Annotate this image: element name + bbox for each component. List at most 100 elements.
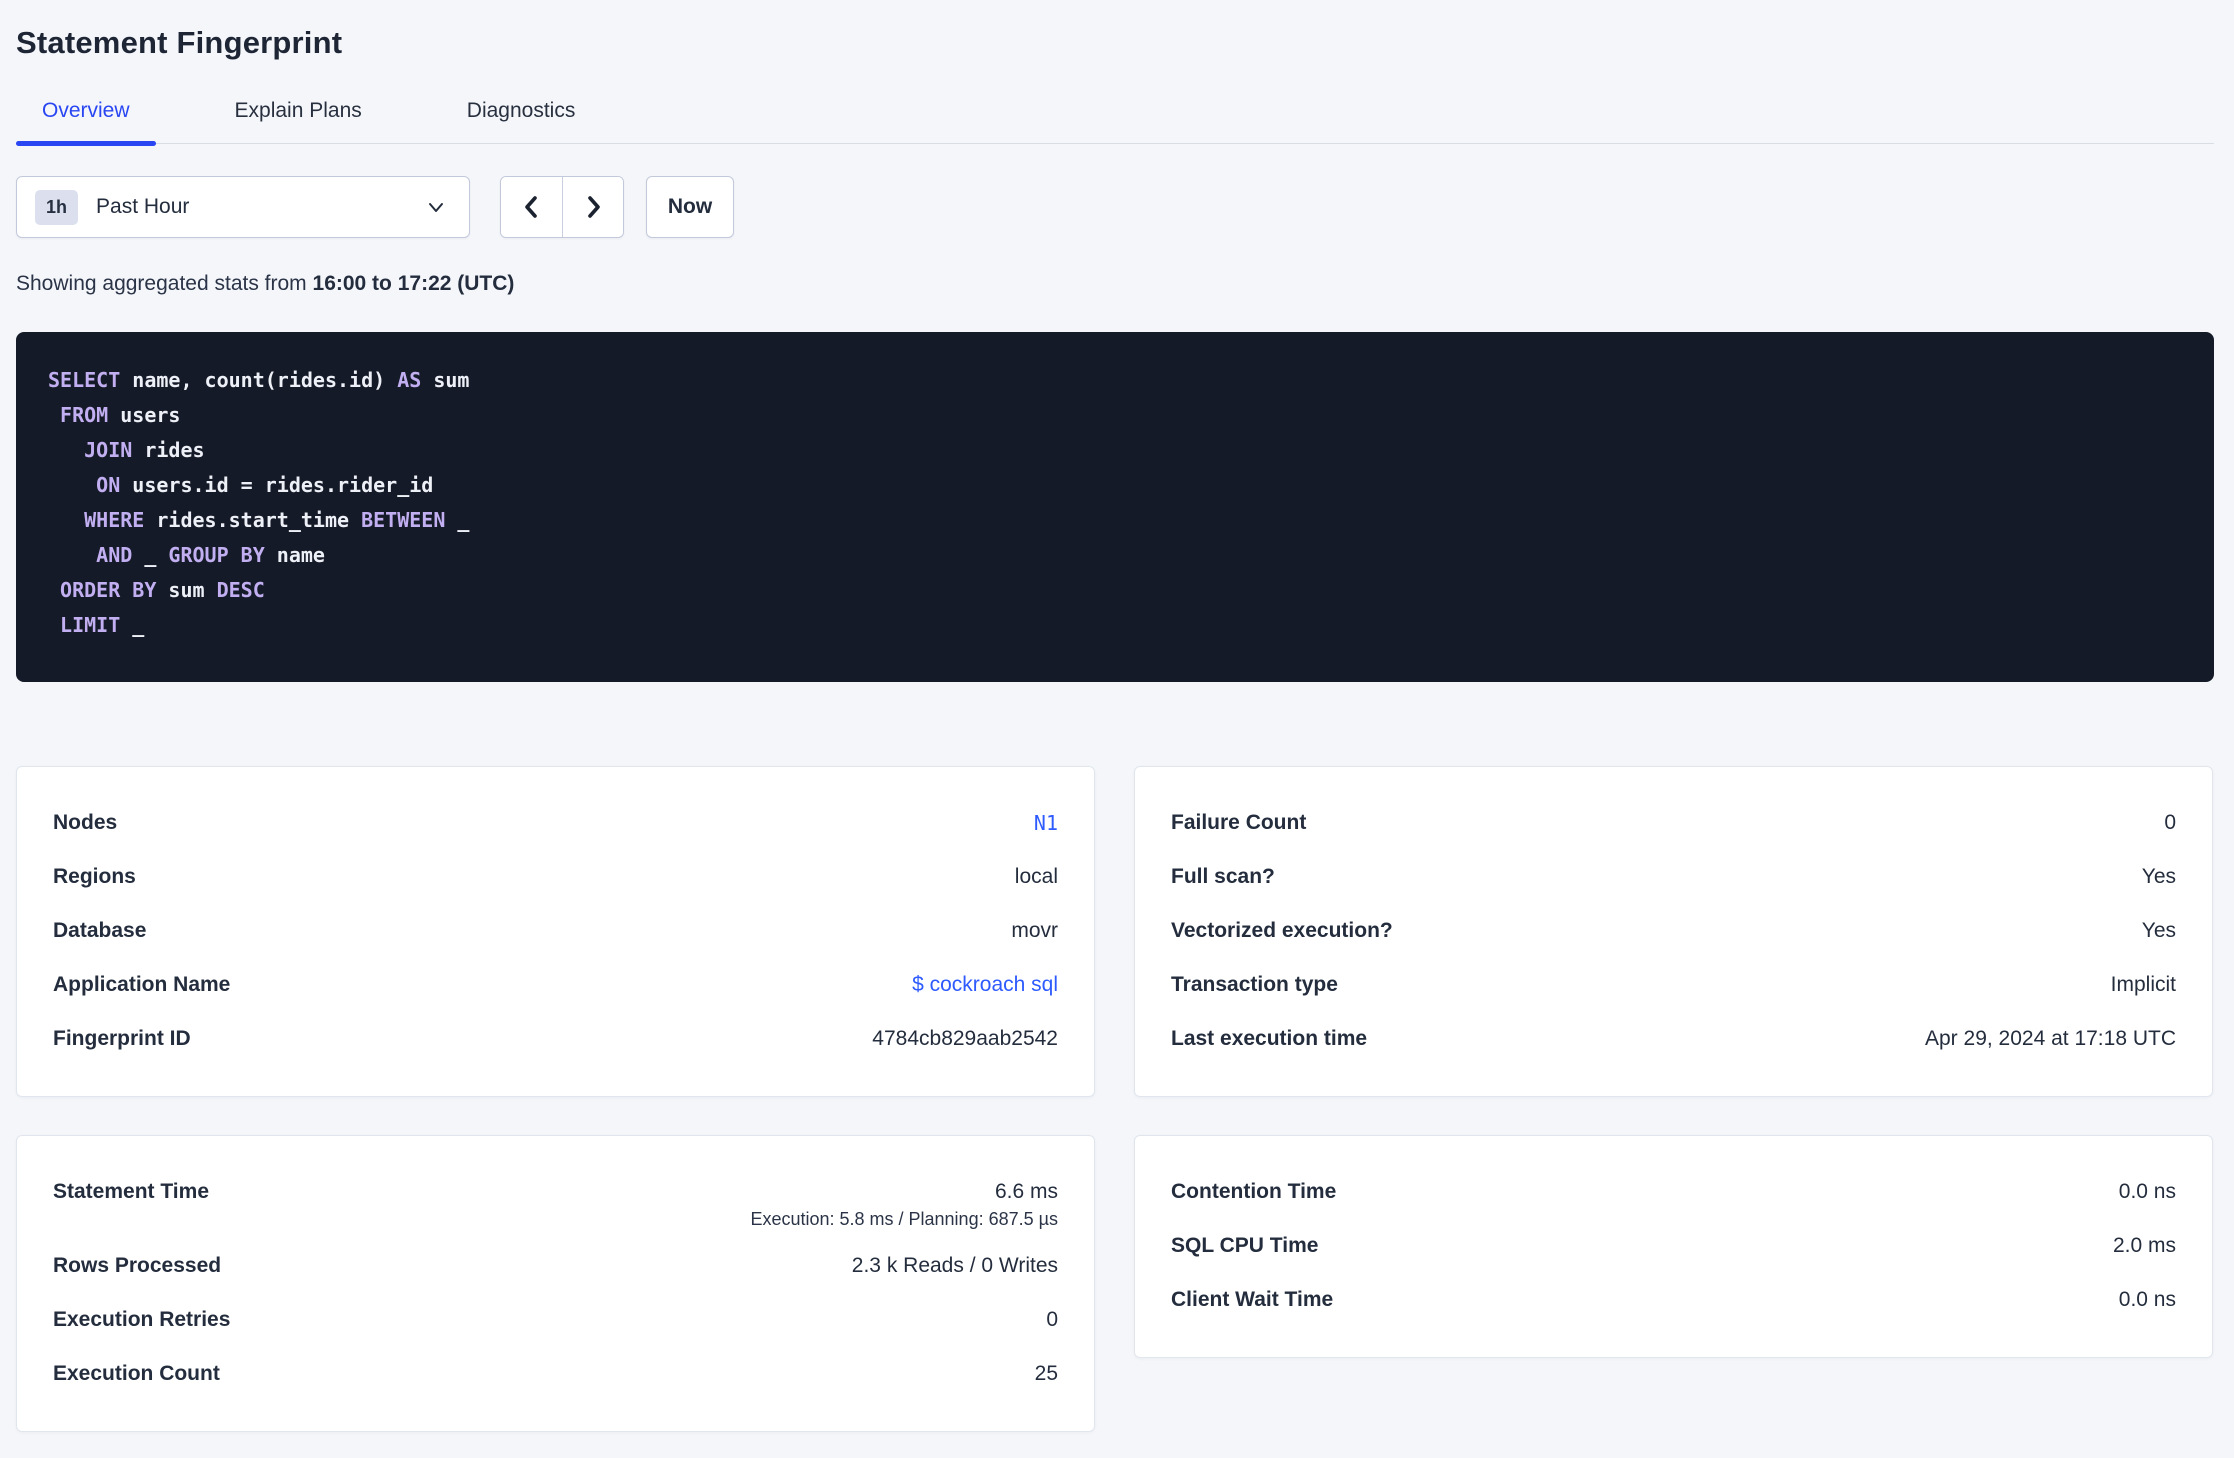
sql-line: JOIN rides <box>48 433 2182 468</box>
row-value-group: 25 <box>1035 1347 1058 1401</box>
row-label: Nodes <box>53 811 118 834</box>
sql-token-keyword: JOIN <box>84 438 133 462</box>
card-row: Contention Time 0.0 ns <box>1171 1165 2176 1219</box>
sql-token-keyword: LIMIT <box>60 613 121 637</box>
row-value-group: N1 <box>1034 796 1058 850</box>
sql-token-keyword: WHERE <box>84 508 145 532</box>
row-value: 4784cb829aab2542 <box>872 1027 1058 1050</box>
sql-line: AND _ GROUP BY name <box>48 538 2182 573</box>
time-step-buttons <box>500 176 624 238</box>
row-value: 0.0 ns <box>2118 1180 2176 1203</box>
card-row: Regions local <box>53 850 1058 904</box>
sql-token-text <box>48 508 84 532</box>
row-label: Execution Count <box>53 1362 220 1385</box>
card-row: Fingerprint ID 4784cb829aab2542 <box>53 1012 1058 1066</box>
row-value: Implicit <box>2110 973 2176 996</box>
card-row: Full scan? Yes <box>1171 850 2176 904</box>
card-wait-time: Contention Time 0.0 ns SQL CPU Time 2.0 ms C… <box>1134 1135 2213 1358</box>
sql-token-text: rides <box>132 438 205 462</box>
time-range-dropdown[interactable]: 1h Past Hour <box>16 176 470 238</box>
sql-line: ON users.id = rides.rider_id <box>48 468 2182 503</box>
row-value: 2.0 ms <box>2112 1234 2176 1257</box>
row-value-group: 2.3 k Reads / 0 Writes <box>852 1239 1058 1293</box>
page-title: Statement Fingerprint <box>16 25 343 60</box>
sql-token-text: sum <box>421 368 470 392</box>
row-label: Client Wait Time <box>1171 1288 1334 1311</box>
row-subvalue: Execution: 5.8 ms / Planning: 687.5 µs <box>750 1209 1058 1229</box>
sql-token-text <box>48 473 96 497</box>
prev-time-button[interactable] <box>501 177 562 237</box>
statement-fingerprint-page: Statement Fingerprint Overview Explain P… <box>0 0 2234 1432</box>
row-value-group: 0.0 ns <box>2119 1165 2176 1219</box>
card-row: Last execution time Apr 29, 2024 at 17:18… <box>1171 1012 2176 1066</box>
summary-cards: Nodes N1 Regions local Database movr Applicati… <box>16 766 2214 1432</box>
row-label: Regions <box>53 865 136 888</box>
time-range-badge: 1h <box>35 189 79 225</box>
tab-explain-plans[interactable]: Explain Plans <box>209 99 388 144</box>
chevron-right-icon <box>588 196 600 218</box>
card-row: Failure Count 0 <box>1171 796 2176 850</box>
row-value-group: 2.0 ms <box>2113 1219 2176 1273</box>
row-label: Vectorized execution? <box>1171 919 1393 942</box>
time-controls: 1h Past Hour Now <box>16 176 2214 238</box>
sql-token-text: sum <box>156 578 217 602</box>
row-value-group: 6.6 ms Execution: 5.8 ms / Planning: 687.… <box>750 1165 1058 1239</box>
app-name-link[interactable]: $ cockroach sql <box>912 973 1058 996</box>
card-row: Database movr <box>53 904 1058 958</box>
chevron-down-icon <box>429 203 443 212</box>
card-row: Execution Count 25 <box>53 1347 1058 1401</box>
sql-token-text <box>48 403 60 427</box>
card-execution-attributes: Failure Count 0 Full scan? Yes Vectorized ex… <box>1134 766 2213 1097</box>
sql-token-text <box>48 543 96 567</box>
row-value: Apr 29, 2024 at 17:18 UTC <box>1925 1027 2176 1050</box>
row-label: Statement Time <box>53 1180 209 1203</box>
row-label: Application Name <box>53 973 231 996</box>
sql-line: LIMIT _ <box>48 608 2182 643</box>
sql-line: WHERE rides.start_time BETWEEN _ <box>48 503 2182 538</box>
tab-bar: Overview Explain Plans Diagnostics <box>16 99 2214 146</box>
row-value-group: 0 <box>1046 1293 1058 1347</box>
card-statement-details: Nodes N1 Regions local Database movr Applicati… <box>16 766 1095 1097</box>
tab-overview[interactable]: Overview <box>16 99 156 146</box>
row-value: 6.6 ms <box>994 1180 1058 1203</box>
sql-token-text <box>48 578 60 602</box>
row-label: Database <box>53 919 147 942</box>
row-value-group: 4784cb829aab2542 <box>872 1012 1058 1066</box>
card-row: SQL CPU Time 2.0 ms <box>1171 1219 2176 1273</box>
tab-diagnostics[interactable]: Diagnostics <box>441 99 602 144</box>
sql-token-text: name <box>264 543 325 567</box>
aggregation-summary-prefix: Showing aggregated stats from <box>16 272 313 295</box>
row-value-group: Yes <box>2142 850 2176 904</box>
next-time-button[interactable] <box>562 177 623 237</box>
row-value-group: Yes <box>2142 904 2176 958</box>
nodes-link[interactable]: N1 <box>1034 811 1058 835</box>
row-value: Yes <box>2141 919 2176 942</box>
row-label: Rows Processed <box>53 1254 222 1277</box>
card-statement-time: Statement Time 6.6 ms Execution: 5.8 ms / … <box>16 1135 1095 1432</box>
card-row: Transaction type Implicit <box>1171 958 2176 1012</box>
row-value-group: 0 <box>2164 796 2176 850</box>
row-value-group: Apr 29, 2024 at 17:18 UTC <box>1925 1012 2176 1066</box>
sql-token-text <box>48 438 84 462</box>
sql-token-keyword: SELECT <box>48 368 121 392</box>
sql-statement-box: SELECT name, count(rides.id) AS sum FROM… <box>16 332 2214 682</box>
sql-token-text: rides.start_time <box>144 508 362 532</box>
sql-token-text: _ <box>132 543 169 567</box>
row-label: Full scan? <box>1171 865 1275 888</box>
row-value: local <box>1014 865 1058 888</box>
row-label: Failure Count <box>1171 811 1307 834</box>
sql-token-text: _ <box>445 508 470 532</box>
sql-token-text: name, count(rides.id) <box>120 368 398 392</box>
card-row: Rows Processed 2.3 k Reads / 0 Writes <box>53 1239 1058 1293</box>
row-value-group: movr <box>1011 904 1058 958</box>
sql-line: SELECT name, count(rides.id) AS sum <box>48 363 2182 398</box>
sql-token-text: users <box>108 403 181 427</box>
sql-token-keyword: BETWEEN <box>361 508 446 532</box>
row-label: Transaction type <box>1171 973 1338 996</box>
sql-token-keyword: DESC <box>216 578 265 602</box>
card-row: Statement Time 6.6 ms Execution: 5.8 ms / … <box>53 1165 1058 1239</box>
row-label: SQL CPU Time <box>1171 1234 1319 1257</box>
now-button[interactable]: Now <box>646 176 734 238</box>
time-range-value: Past Hour <box>96 195 190 218</box>
row-value-group: 0.0 ns <box>2119 1273 2176 1327</box>
